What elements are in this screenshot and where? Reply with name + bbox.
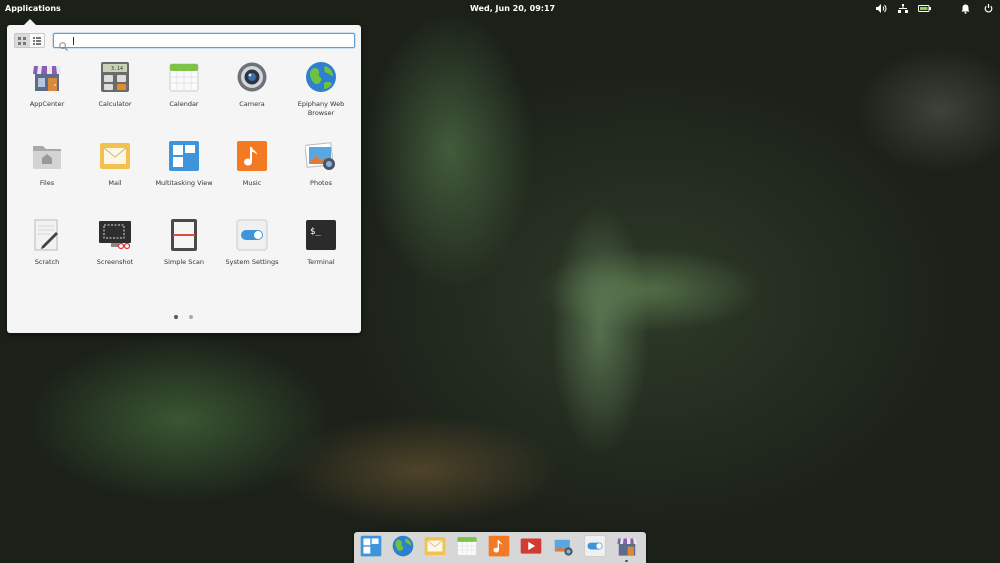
applications-menu-button[interactable]: Applications (5, 4, 61, 13)
calendar-icon[interactable] (456, 535, 478, 557)
music-icon (236, 140, 268, 172)
music-icon[interactable] (488, 535, 510, 557)
mail-icon (99, 140, 131, 172)
settings-icon[interactable] (584, 535, 606, 557)
app-calendar[interactable]: Calendar (150, 61, 218, 109)
app-label: AppCenter (29, 100, 65, 108)
dock (354, 532, 646, 563)
app-label: Calculator (98, 100, 132, 108)
app-screenshot[interactable]: Screenshot (81, 219, 149, 267)
settings-icon (236, 219, 268, 251)
top-panel: Applications Wed, Jun 20, 09:17 (0, 0, 1000, 17)
calculator-icon: 3.14 (99, 61, 131, 93)
power-icon[interactable] (982, 3, 994, 14)
appcenter-icon[interactable] (616, 535, 638, 557)
calendar-icon (168, 61, 200, 93)
search-input[interactable] (72, 35, 350, 46)
grid-view-icon[interactable] (15, 34, 30, 47)
app-label: Calendar (169, 100, 199, 108)
page-dot-2[interactable] (189, 315, 193, 319)
app-terminal[interactable]: $_ Terminal (287, 219, 355, 267)
battery-icon[interactable] (917, 3, 931, 14)
app-label: Mail (108, 179, 122, 187)
terminal-icon: $_ (305, 219, 337, 251)
app-label: Terminal (307, 258, 335, 266)
videos-icon[interactable] (520, 535, 542, 557)
app-label: Music (242, 179, 262, 187)
app-calculator[interactable]: 3.14 Calculator (81, 61, 149, 109)
app-multitasking-view[interactable]: Multitasking View (150, 140, 218, 188)
app-mail[interactable]: Mail (81, 140, 149, 188)
category-view-icon[interactable] (30, 34, 45, 47)
app-label: Simple Scan (163, 258, 205, 266)
camera-icon (236, 61, 268, 93)
web-browser-icon[interactable] (392, 535, 414, 557)
app-label: Camera (239, 100, 265, 108)
app-system-settings[interactable]: System Settings (218, 219, 286, 267)
date-time-indicator[interactable]: Wed, Jun 20, 09:17 (470, 4, 555, 13)
app-label: Files (39, 179, 55, 187)
app-camera[interactable]: Camera (218, 61, 286, 109)
app-label: Scratch (34, 258, 60, 266)
notifications-icon[interactable] (959, 3, 971, 14)
applications-launcher: AppCenter 3.14 Calculator Calendar Camer… (7, 19, 361, 333)
app-photos[interactable]: Photos (287, 140, 355, 188)
photos-icon[interactable] (552, 535, 574, 557)
app-files[interactable]: Files (13, 140, 81, 188)
web-browser-icon (305, 61, 337, 93)
files-icon (31, 140, 63, 172)
view-mode-switcher (14, 33, 45, 48)
scanner-icon (168, 219, 200, 251)
mail-icon[interactable] (424, 535, 446, 557)
search-icon (59, 36, 68, 55)
app-label: Epiphany Web Browser (297, 100, 345, 117)
screenshot-icon (99, 219, 131, 251)
calculator-display: 3.14 (111, 66, 123, 72)
appcenter-icon (31, 61, 63, 93)
app-appcenter[interactable]: AppCenter (13, 61, 81, 109)
terminal-prompt: $_ (310, 227, 321, 237)
app-epiphany-web-browser[interactable]: Epiphany Web Browser (287, 61, 355, 118)
app-scratch[interactable]: Scratch (13, 219, 81, 267)
app-label: Photos (310, 179, 332, 187)
multitasking-icon[interactable] (360, 535, 382, 557)
app-label: System Settings (225, 258, 279, 266)
text-cursor (73, 37, 74, 45)
scratch-icon (31, 219, 63, 251)
running-indicator (625, 560, 628, 562)
app-simple-scan[interactable]: Simple Scan (150, 219, 218, 267)
network-icon[interactable] (897, 3, 909, 14)
multitasking-icon (168, 140, 200, 172)
app-music[interactable]: Music (218, 140, 286, 188)
page-indicator (174, 315, 193, 319)
photos-icon (304, 140, 337, 172)
page-dot-1[interactable] (174, 315, 178, 319)
app-label: Screenshot (96, 258, 134, 266)
volume-icon[interactable] (875, 3, 887, 14)
search-field[interactable] (53, 33, 355, 51)
app-label: Multitasking View (155, 179, 213, 187)
